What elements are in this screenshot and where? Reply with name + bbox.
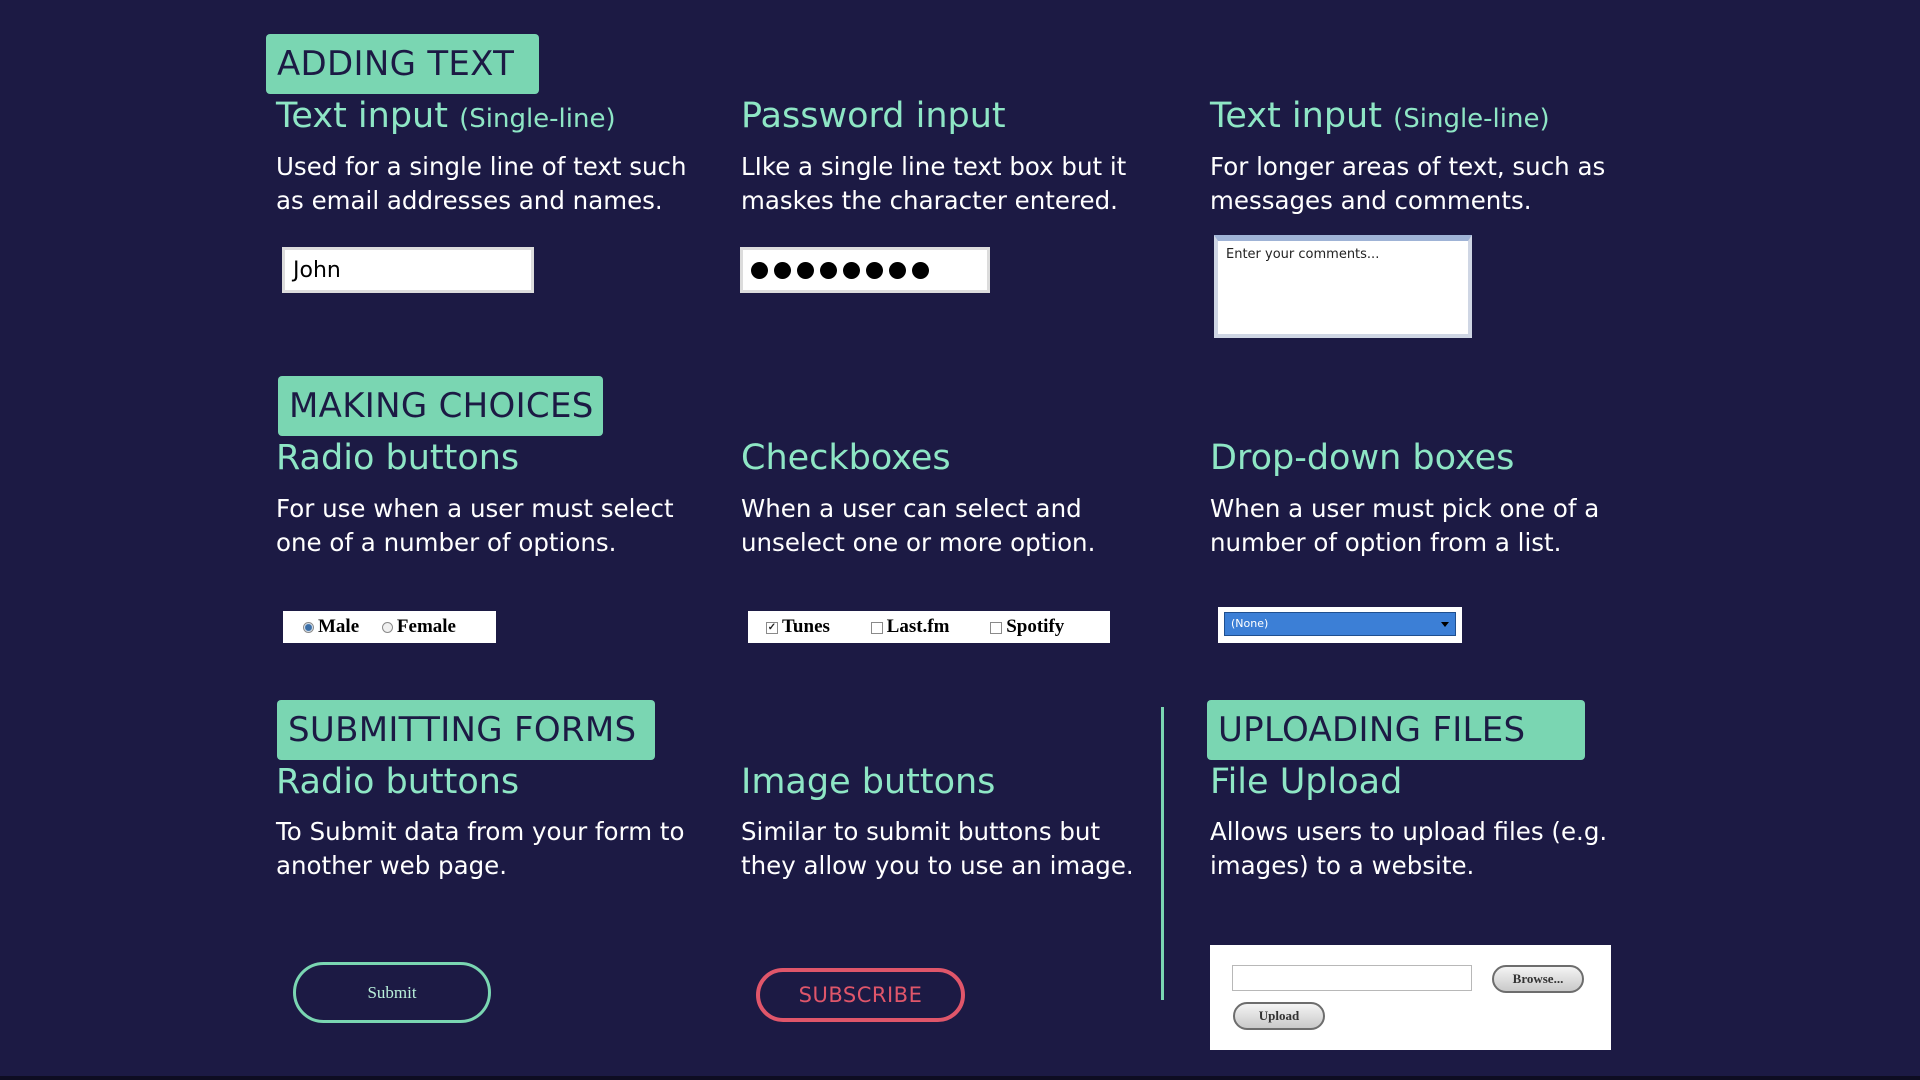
radio-title: Radio buttons [276, 438, 520, 478]
password-mask-dot [843, 262, 860, 279]
checkbox-label-spotify: Spotify [1006, 616, 1065, 637]
password-input-title: Password input [741, 96, 1006, 136]
textarea-description: For longer areas of text, such as messag… [1210, 152, 1606, 215]
radio-unselected-icon [381, 622, 393, 634]
checkbox-group: ✓ Tunes Last.fm Spotify [748, 611, 1110, 643]
dropdown-selected-value: (None) [1231, 617, 1269, 630]
upload-button[interactable]: Upload [1233, 1002, 1325, 1030]
checkboxes-title: Checkboxes [741, 438, 951, 478]
checkboxes-description: When a user can select and unselect one … [741, 494, 1096, 557]
checkbox-label-tunes: Tunes [782, 616, 830, 637]
browse-button[interactable]: Browse... [1492, 965, 1584, 993]
comments-textarea[interactable]: Enter your comments... [1214, 235, 1472, 338]
dropdown-select[interactable]: (None) [1224, 612, 1456, 636]
submit-button-label: Submit [367, 983, 417, 1002]
bottom-strip [0, 1076, 1920, 1080]
textarea-placeholder: Enter your comments... [1226, 247, 1380, 262]
section-header-adding-text: ADDING TEXT [266, 34, 539, 94]
checkbox-spotify[interactable]: Spotify [990, 616, 1064, 637]
dropdown-description: When a user must pick one of a number of… [1210, 494, 1600, 557]
image-buttons-description: Similar to submit buttons but they allow… [741, 817, 1134, 880]
text-input-title: Text input (Single-line) [276, 94, 616, 141]
submit-title: Radio buttons [276, 762, 520, 802]
file-upload-title: File Upload [1210, 762, 1403, 802]
password-mask-dot [797, 262, 814, 279]
password-input-description: LIke a single line text box but it maske… [741, 152, 1127, 215]
subscribe-image-button[interactable]: SUBSCRIBE [756, 968, 965, 1022]
text-input-title-main: Text input [276, 96, 448, 136]
file-upload-panel: Browse... Upload [1210, 945, 1611, 1050]
checkbox-tunes[interactable]: ✓ Tunes [766, 616, 835, 637]
submit-description: To Submit data from your form to another… [276, 817, 685, 880]
password-mask-dot [751, 262, 768, 279]
checkbox-label-lastfm: Last.fm [886, 616, 950, 637]
image-buttons-title: Image buttons [741, 762, 996, 802]
radio-label-male: Male [318, 616, 360, 637]
dropdown-title: Drop-down boxes [1210, 438, 1515, 478]
password-input-field[interactable] [740, 247, 990, 293]
section-header-making-choices: MAKING CHOICES [278, 376, 603, 436]
password-mask-dot [866, 262, 883, 279]
textarea-title-sub: (Single-line) [1393, 104, 1550, 134]
checkbox-unchecked-icon [990, 621, 1003, 634]
text-input-title-sub: (Single-line) [459, 104, 616, 134]
radio-label-female: Female [396, 616, 456, 637]
password-masked-value [751, 262, 935, 283]
password-mask-dot [820, 262, 837, 279]
subscribe-button-label: SUBSCRIBE [798, 983, 923, 1007]
password-mask-dot [889, 262, 906, 279]
password-mask-dot [774, 262, 791, 279]
text-input-description: Used for a single line of text such as e… [276, 152, 687, 215]
text-input-value: John [293, 258, 341, 283]
chevron-down-icon [1441, 622, 1449, 627]
textarea-title: Text input (Single-line) [1210, 94, 1550, 141]
textarea-title-main: Text input [1210, 96, 1382, 136]
dropdown-frame: (None) [1218, 607, 1462, 643]
submit-button[interactable]: Submit [293, 962, 491, 1023]
radio-description: For use when a user must select one of a… [276, 494, 674, 557]
section-header-submitting-forms: SUBMITTING FORMS [277, 700, 655, 760]
radio-selected-icon [303, 622, 314, 634]
radio-option-female[interactable]: Female [381, 616, 456, 637]
password-mask-dot [912, 262, 929, 279]
radio-option-male[interactable]: Male [303, 616, 364, 637]
file-upload-description: Allows users to upload files (e.g. image… [1210, 817, 1608, 880]
file-path-input[interactable] [1232, 965, 1472, 991]
checkbox-checked-icon: ✓ [766, 621, 778, 634]
section-header-uploading-files: UPLOADING FILES [1207, 700, 1585, 760]
text-input-field[interactable]: John [282, 247, 534, 293]
radio-group: Male Female [283, 611, 496, 643]
section-divider [1161, 707, 1164, 1000]
checkbox-unchecked-icon [870, 621, 883, 634]
checkbox-lastfm[interactable]: Last.fm [870, 616, 955, 637]
